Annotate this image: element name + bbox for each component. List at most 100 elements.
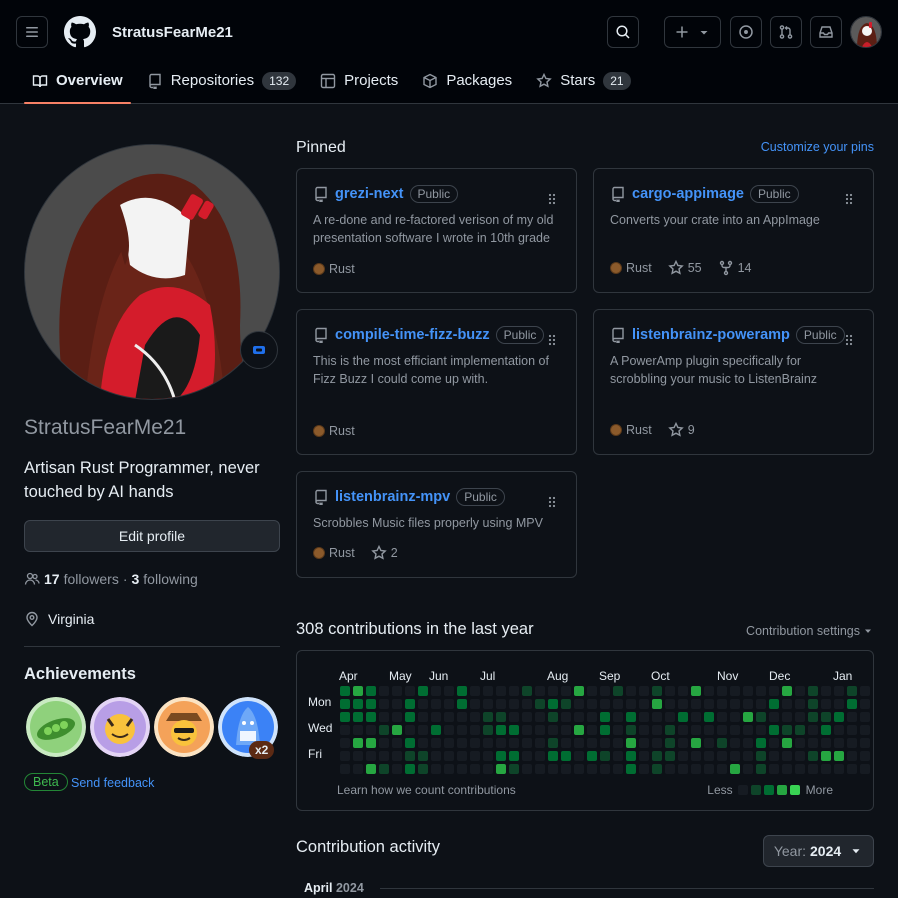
contribution-day-cell[interactable] xyxy=(626,738,636,748)
contribution-day-cell[interactable] xyxy=(743,751,753,761)
contribution-day-cell[interactable] xyxy=(678,686,688,696)
contribution-day-cell[interactable] xyxy=(678,738,688,748)
contribution-day-cell[interactable] xyxy=(743,725,753,735)
contribution-day-cell[interactable] xyxy=(613,686,623,696)
contribution-day-cell[interactable] xyxy=(587,686,597,696)
contribution-day-cell[interactable] xyxy=(574,751,584,761)
contribution-day-cell[interactable] xyxy=(821,751,831,761)
repo-stars[interactable]: 2 xyxy=(370,545,398,561)
contribution-day-cell[interactable] xyxy=(587,751,597,761)
contribution-day-cell[interactable] xyxy=(587,712,597,722)
search-button[interactable] xyxy=(607,16,639,48)
contribution-day-cell[interactable] xyxy=(522,712,532,722)
followers-count[interactable]: 17 xyxy=(44,571,60,587)
contribution-day-cell[interactable] xyxy=(613,699,623,709)
contribution-day-cell[interactable] xyxy=(483,764,493,774)
contribution-day-cell[interactable] xyxy=(366,712,376,722)
contribution-day-cell[interactable] xyxy=(717,738,727,748)
contribution-day-cell[interactable] xyxy=(483,686,493,696)
profile-avatar[interactable] xyxy=(24,144,280,400)
contribution-day-cell[interactable] xyxy=(613,764,623,774)
contribution-day-cell[interactable] xyxy=(600,725,610,735)
contribution-day-cell[interactable] xyxy=(847,712,857,722)
contribution-day-cell[interactable] xyxy=(548,712,558,722)
contribution-day-cell[interactable] xyxy=(548,699,558,709)
contribution-day-cell[interactable] xyxy=(353,738,363,748)
contribution-day-cell[interactable] xyxy=(652,725,662,735)
contribution-day-cell[interactable] xyxy=(743,764,753,774)
contribution-day-cell[interactable] xyxy=(431,712,441,722)
contribution-day-cell[interactable] xyxy=(444,738,454,748)
status-button[interactable] xyxy=(240,331,278,369)
contribution-day-cell[interactable] xyxy=(704,699,714,709)
repo-forks[interactable]: 14 xyxy=(718,260,752,276)
contribution-day-cell[interactable] xyxy=(704,764,714,774)
contribution-day-cell[interactable] xyxy=(691,686,701,696)
contribution-day-cell[interactable] xyxy=(561,738,571,748)
tab-repositories[interactable]: Repositories 132 xyxy=(139,64,304,97)
contribution-day-cell[interactable] xyxy=(535,725,545,735)
contribution-day-cell[interactable] xyxy=(444,712,454,722)
contribution-day-cell[interactable] xyxy=(574,686,584,696)
contribution-day-cell[interactable] xyxy=(626,712,636,722)
contribution-day-cell[interactable] xyxy=(730,725,740,735)
contribution-day-cell[interactable] xyxy=(431,699,441,709)
contribution-day-cell[interactable] xyxy=(561,686,571,696)
contribution-day-cell[interactable] xyxy=(548,764,558,774)
contribution-day-cell[interactable] xyxy=(717,699,727,709)
contribution-day-cell[interactable] xyxy=(860,764,870,774)
contribution-day-cell[interactable] xyxy=(587,764,597,774)
contribution-day-cell[interactable] xyxy=(834,764,844,774)
contribution-day-cell[interactable] xyxy=(392,686,402,696)
contribution-day-cell[interactable] xyxy=(717,725,727,735)
contribution-day-cell[interactable] xyxy=(665,751,675,761)
contribution-day-cell[interactable] xyxy=(626,725,636,735)
contribution-day-cell[interactable] xyxy=(535,751,545,761)
contribution-day-cell[interactable] xyxy=(769,738,779,748)
contribution-day-cell[interactable] xyxy=(769,725,779,735)
contribution-day-cell[interactable] xyxy=(847,699,857,709)
contribution-day-cell[interactable] xyxy=(405,751,415,761)
contribution-day-cell[interactable] xyxy=(587,699,597,709)
contribution-day-cell[interactable] xyxy=(535,712,545,722)
contribution-day-cell[interactable] xyxy=(743,738,753,748)
contribution-day-cell[interactable] xyxy=(808,738,818,748)
contribution-day-cell[interactable] xyxy=(379,699,389,709)
contribution-day-cell[interactable] xyxy=(392,751,402,761)
contribution-day-cell[interactable] xyxy=(691,699,701,709)
tab-stars[interactable]: Stars 21 xyxy=(528,64,638,97)
contribution-day-cell[interactable] xyxy=(366,738,376,748)
contribution-day-cell[interactable] xyxy=(561,699,571,709)
contribution-day-cell[interactable] xyxy=(665,686,675,696)
contribution-day-cell[interactable] xyxy=(457,764,467,774)
contribution-day-cell[interactable] xyxy=(769,686,779,696)
contribution-day-cell[interactable] xyxy=(444,686,454,696)
contribution-day-cell[interactable] xyxy=(418,738,428,748)
contribution-day-cell[interactable] xyxy=(652,738,662,748)
contribution-settings-button[interactable]: Contribution settings xyxy=(746,624,874,638)
contribution-day-cell[interactable] xyxy=(353,699,363,709)
contribution-day-cell[interactable] xyxy=(496,764,506,774)
contribution-day-cell[interactable] xyxy=(808,712,818,722)
contribution-day-cell[interactable] xyxy=(691,712,701,722)
contribution-day-cell[interactable] xyxy=(665,725,675,735)
contribution-day-cell[interactable] xyxy=(379,764,389,774)
contribution-day-cell[interactable] xyxy=(353,751,363,761)
contribution-day-cell[interactable] xyxy=(561,751,571,761)
contribution-day-cell[interactable] xyxy=(340,738,350,748)
contribution-day-cell[interactable] xyxy=(340,712,350,722)
contribution-day-cell[interactable] xyxy=(470,699,480,709)
achievement-badge-pair[interactable] xyxy=(26,697,86,757)
contribution-day-cell[interactable] xyxy=(353,725,363,735)
contribution-day-cell[interactable] xyxy=(717,686,727,696)
contribution-day-cell[interactable] xyxy=(795,699,805,709)
contribution-day-cell[interactable] xyxy=(860,725,870,735)
contribution-day-cell[interactable] xyxy=(639,712,649,722)
repo-name-link[interactable]: compile-time-fizz-buzz xyxy=(335,327,490,343)
contribution-day-cell[interactable] xyxy=(743,686,753,696)
contribution-day-cell[interactable] xyxy=(561,725,571,735)
contribution-day-cell[interactable] xyxy=(795,686,805,696)
contribution-day-cell[interactable] xyxy=(665,764,675,774)
contribution-day-cell[interactable] xyxy=(717,751,727,761)
contribution-day-cell[interactable] xyxy=(470,686,480,696)
